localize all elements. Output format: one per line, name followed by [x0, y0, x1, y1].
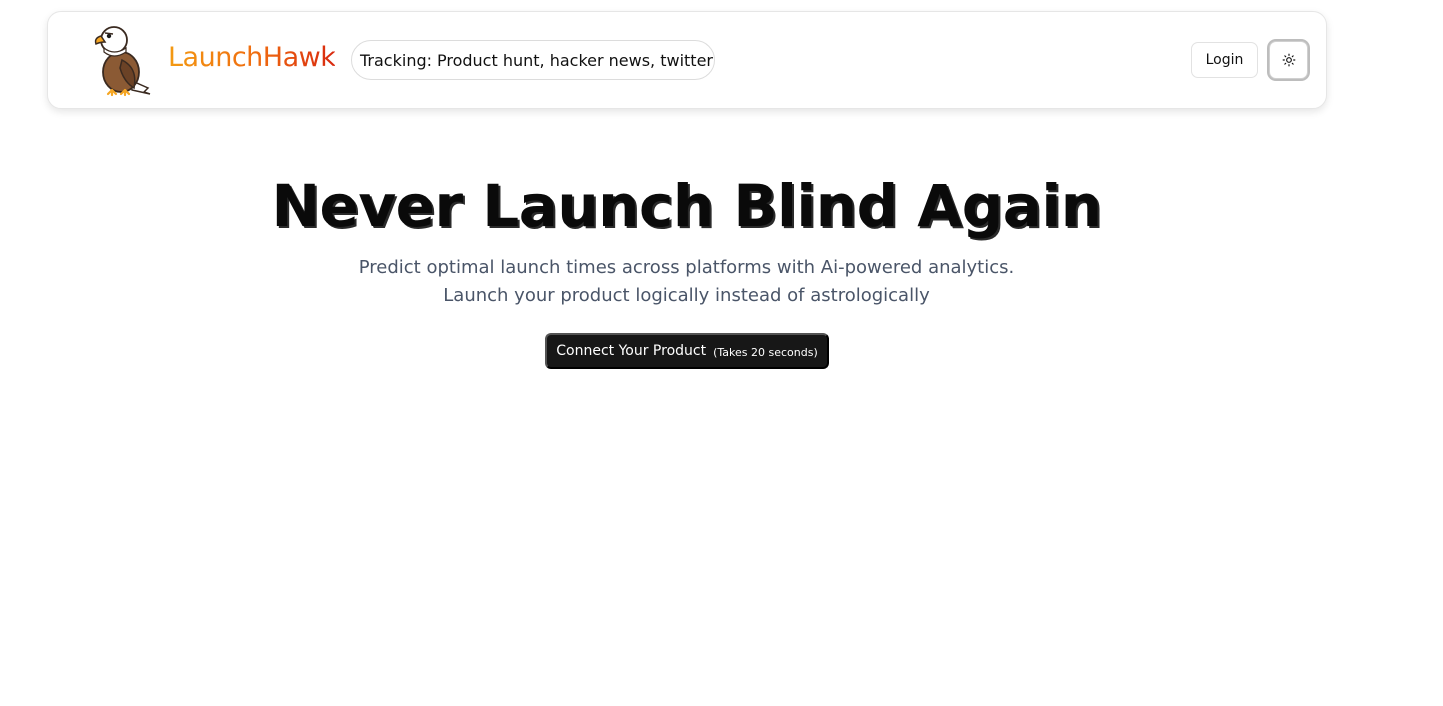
navbar: LaunchHawk Tracking: Product hunt, hacke…: [47, 11, 1327, 109]
tracking-platforms-pill: Tracking: Product hunt, hacker news, twi…: [351, 40, 715, 80]
tracking-platforms-value: Product hunt, hacker news, twitter: [437, 50, 713, 70]
cta-note: (Takes 20 seconds): [713, 346, 818, 359]
hero-subtitle-line-1: Predict optimal launch times across plat…: [358, 257, 1015, 278]
login-button[interactable]: Login: [1191, 42, 1258, 78]
theme-toggle-button[interactable]: [1269, 41, 1308, 79]
eagle-logo-icon[interactable]: [92, 22, 154, 98]
hero-title: Never Launch Blind Again: [271, 172, 1102, 240]
sun-icon: [1282, 53, 1295, 67]
cta-label: Connect Your Product: [556, 343, 707, 359]
tracking-label: Tracking:: [360, 50, 432, 70]
connect-product-button[interactable]: Connect Your Product (Takes 20 seconds): [545, 333, 829, 369]
hero-subtitle: Predict optimal launch times across plat…: [0, 254, 1373, 310]
brand-name[interactable]: LaunchHawk: [168, 42, 336, 73]
hero-section: Never Launch Blind Again Predict optimal…: [0, 168, 1373, 310]
hero-subtitle-line-2: Launch your product logically instead of…: [443, 285, 930, 306]
